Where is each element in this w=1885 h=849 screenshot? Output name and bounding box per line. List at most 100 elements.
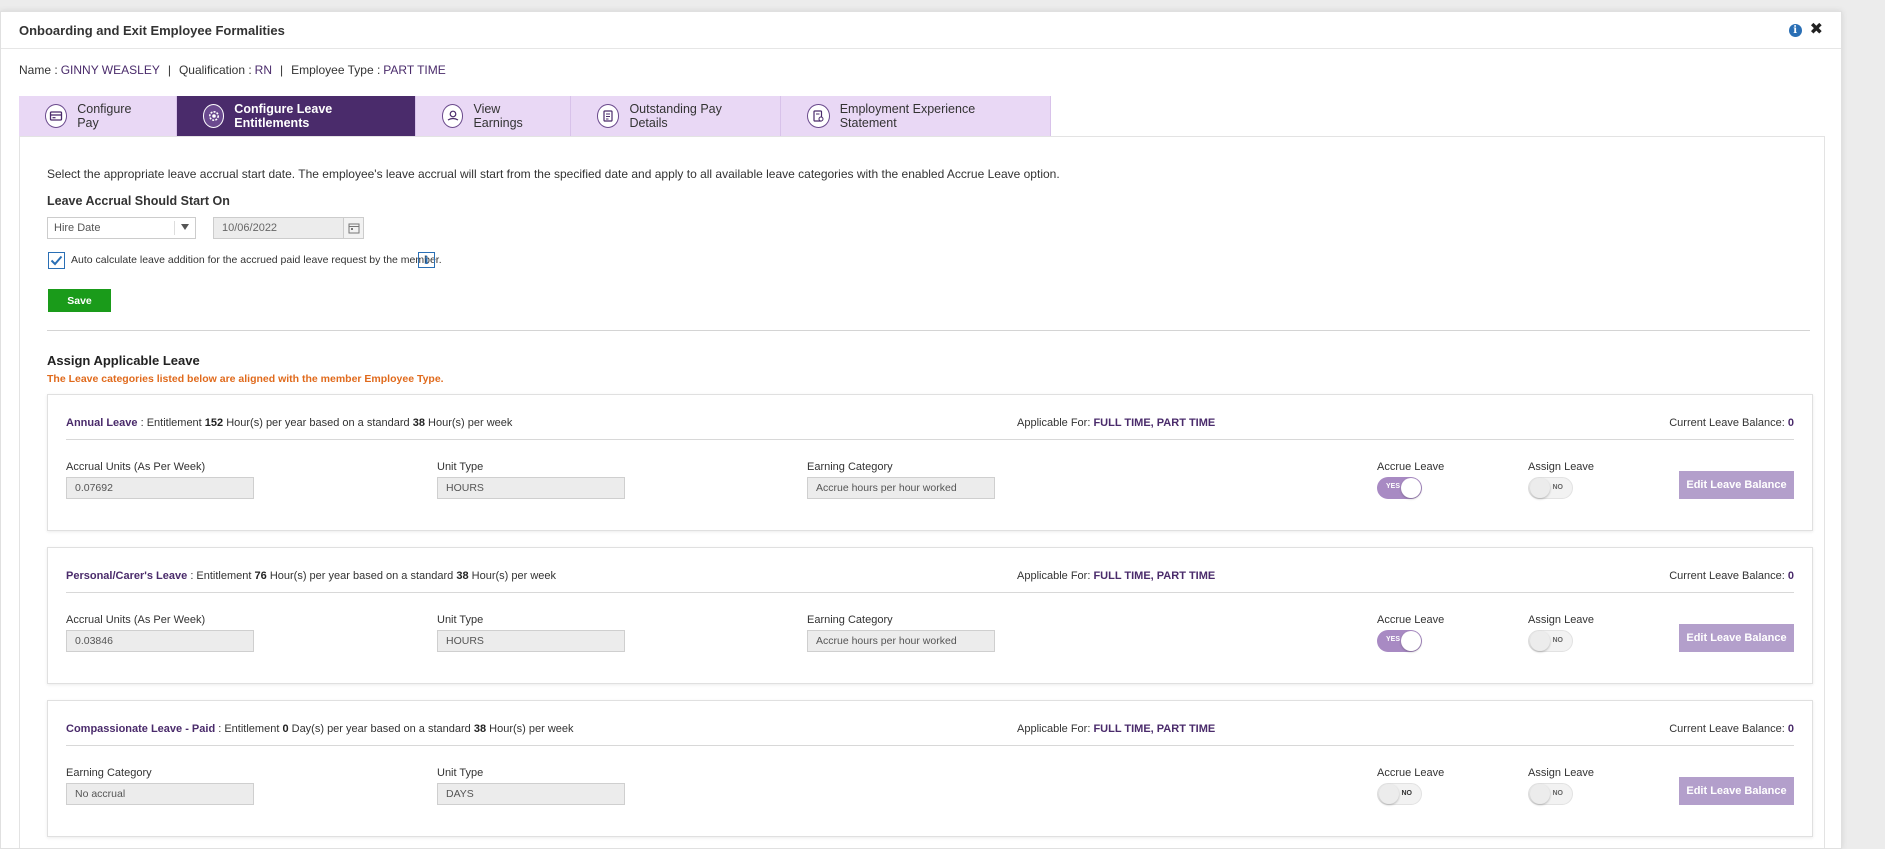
leave-header: Annual Leave : Entitlement 152 Hour(s) p… — [66, 417, 512, 429]
field-label: Unit Type — [437, 614, 484, 626]
unit-type-field: HOURS — [437, 630, 625, 652]
leave-name: Annual Leave — [66, 417, 138, 429]
auto-calc-label: Auto calculate leave addition for the ac… — [71, 254, 442, 266]
chevron-down-icon — [181, 224, 189, 230]
qualification-value: RN — [254, 63, 272, 77]
accrual-start-select[interactable]: Hire Date — [47, 217, 196, 239]
info-icon[interactable]: i — [418, 252, 435, 268]
applicable-for: Applicable For: FULL TIME, PART TIME — [1017, 570, 1215, 582]
entitlement-text: Hour(s) per week — [471, 570, 556, 582]
field-label: Earning Category — [807, 461, 893, 473]
edit-leave-balance-button[interactable]: Edit Leave Balance — [1679, 471, 1794, 499]
assign-leave-toggle[interactable]: NO — [1528, 783, 1573, 805]
entitlement-value: 152 — [204, 417, 224, 429]
entitlement-text: : Entitlement — [140, 417, 202, 429]
tab-configure-leave[interactable]: Configure Leave Entitlements — [177, 96, 416, 136]
accrue-leave-label: Accrue Leave — [1377, 614, 1445, 626]
tab-label: Employment Experience Statement — [839, 102, 976, 130]
unit-type-field: HOURS — [437, 477, 625, 499]
tab-bar: Configure Pay Configure Leave Entitlemen… — [19, 96, 1051, 136]
card-divider — [66, 745, 1794, 746]
edit-leave-balance-button[interactable]: Edit Leave Balance — [1679, 777, 1794, 805]
card-divider — [66, 439, 1794, 440]
assign-leave-toggle[interactable]: NO — [1528, 630, 1573, 652]
entitlement-text: : Entitlement — [190, 570, 252, 582]
leave-card-compassionate: Compassionate Leave - Paid : Entitlement… — [47, 700, 1813, 837]
toggle-text: NO — [1552, 484, 1564, 491]
toggle-knob — [1379, 784, 1399, 804]
assign-leave-label: Assign Leave — [1528, 461, 1595, 473]
auto-calc-checkbox[interactable] — [48, 252, 65, 269]
earning-category-field: No accrual — [66, 783, 254, 805]
field-label: Accrual Units (As Per Week) — [66, 614, 206, 626]
statement-icon — [807, 104, 830, 128]
leave-header: Personal/Carer's Leave : Entitlement 76 … — [66, 570, 556, 582]
toggle-text: YES — [1386, 483, 1401, 490]
tab-employment-statement[interactable]: Employment Experience Statement — [781, 96, 1051, 136]
accrue-leave-toggle[interactable]: NO — [1377, 783, 1422, 805]
close-icon[interactable]: ✖ — [1810, 22, 1823, 38]
accrue-leave-label: Accrue Leave — [1377, 461, 1445, 473]
info-icon[interactable]: i — [1788, 23, 1802, 37]
assign-leave-label: Assign Leave — [1528, 767, 1595, 779]
balance-value: 0 — [1787, 723, 1794, 735]
toggle-knob — [1530, 784, 1550, 804]
toggle-text: NO — [1401, 790, 1413, 797]
current-balance: Current Leave Balance: 0 — [1669, 570, 1794, 582]
select-divider — [174, 221, 175, 235]
field-label: Unit Type — [437, 461, 484, 473]
modal-dialog: Onboarding and Exit Employee Formalities… — [0, 11, 1842, 849]
entitlement-text: Hour(s) per year based on a standard — [269, 570, 454, 582]
field-label: Accrual Units (As Per Week) — [66, 461, 206, 473]
check-icon — [50, 255, 63, 266]
accrual-date-field: 10/06/2022 — [213, 217, 364, 239]
accrue-leave-label: Accrue Leave — [1377, 767, 1445, 779]
applicable-value: FULL TIME, PART TIME — [1093, 723, 1216, 735]
accrual-start-label: Leave Accrual Should Start On — [47, 194, 230, 208]
modal-title: Onboarding and Exit Employee Formalities — [19, 22, 285, 38]
toggle-knob — [1530, 478, 1550, 498]
entitlement-value: 0 — [282, 723, 289, 735]
unit-type-field: DAYS — [437, 783, 625, 805]
employee-type-value: PART TIME — [383, 63, 446, 77]
tab-view-earnings[interactable]: View Earnings — [416, 96, 571, 136]
modal-header: Onboarding and Exit Employee Formalities… — [1, 12, 1841, 49]
document-icon — [597, 104, 620, 128]
balance-label: Current Leave Balance: — [1669, 570, 1785, 582]
assign-note: The Leave categories listed below are al… — [47, 373, 444, 385]
tab-content: Select the appropriate leave accrual sta… — [19, 136, 1825, 848]
standard-hours: 38 — [473, 723, 487, 735]
balance-label: Current Leave Balance: — [1669, 723, 1785, 735]
entitlement-text: Hour(s) per week — [489, 723, 574, 735]
standard-hours: 38 — [456, 570, 469, 582]
applicable-for: Applicable For: FULL TIME, PART TIME — [1017, 417, 1215, 429]
accrue-leave-toggle[interactable]: YES — [1377, 477, 1422, 499]
tab-label: Outstanding Pay Details — [629, 102, 722, 130]
applicable-value: FULL TIME, PART TIME — [1093, 570, 1216, 582]
save-button[interactable]: Save — [48, 289, 111, 312]
entitlement-text: Hour(s) per week — [428, 417, 513, 429]
gear-icon — [203, 104, 225, 128]
tab-label: Configure Leave Entitlements — [234, 102, 333, 130]
accrual-intro: Select the appropriate leave accrual sta… — [47, 167, 1060, 181]
applicable-label: Applicable For: — [1017, 417, 1091, 429]
card-divider — [66, 592, 1794, 593]
balance-value: 0 — [1787, 570, 1794, 582]
separator: | — [280, 63, 284, 77]
tab-configure-pay[interactable]: Configure Pay — [19, 96, 177, 136]
accrue-leave-toggle[interactable]: YES — [1377, 630, 1422, 652]
tab-outstanding-pay[interactable]: Outstanding Pay Details — [571, 96, 781, 136]
edit-leave-balance-button[interactable]: Edit Leave Balance — [1679, 624, 1794, 652]
card-icon — [45, 104, 68, 128]
accrual-units-field: 0.07692 — [66, 477, 254, 499]
leave-header: Compassionate Leave - Paid : Entitlement… — [66, 723, 574, 735]
assign-leave-toggle[interactable]: NO — [1528, 477, 1573, 499]
divider — [47, 330, 1810, 331]
toggle-knob — [1401, 478, 1421, 498]
field-label: Earning Category — [807, 614, 893, 626]
standard-hours: 38 — [412, 417, 425, 429]
tab-label: Configure Pay — [77, 102, 132, 130]
qualification-label: Qualification : — [178, 63, 252, 77]
calendar-icon[interactable] — [343, 218, 363, 238]
entitlement-text: Day(s) per year based on a standard — [291, 723, 471, 735]
